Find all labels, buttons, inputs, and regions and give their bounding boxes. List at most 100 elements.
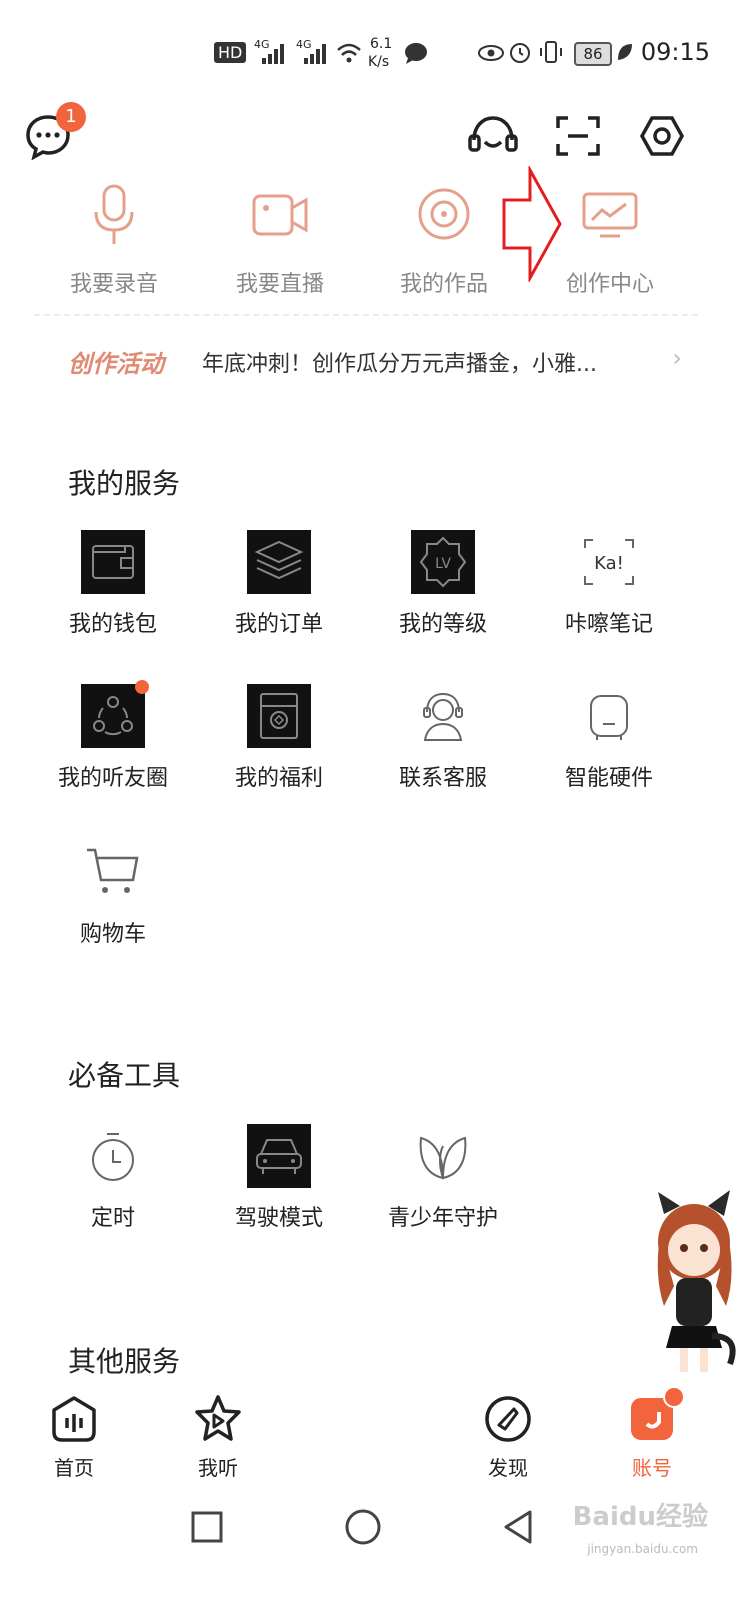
alarm-icon [510,43,530,63]
tab-home[interactable]: 首页 [14,1394,134,1481]
baidu-watermark-url: jingyan.baidu.com [587,1542,698,1556]
wifi-icon [337,43,361,63]
video-camera-icon [252,194,308,236]
message-badge: 1 [56,102,86,132]
service-hardware[interactable]: 智能硬件 [524,684,694,792]
tool-youth-label: 青少年守护 [387,1206,498,1231]
microphone-icon [94,184,134,244]
activity-text: 年底冲刺！创作瓜分万元声播金，小雅... [202,352,597,377]
friends-circle-icon [93,696,133,736]
message-button[interactable]: 1 [24,102,86,168]
service-level[interactable]: LV 我的等级 [358,530,528,638]
creation-activity-banner[interactable]: 创作活动 年底冲刺！创作瓜分万元声播金，小雅... › [68,340,708,390]
creator-record[interactable]: 我要录音 [44,182,184,298]
hd-indicator: HD [214,42,247,63]
creator-record-label: 我要录音 [69,272,158,297]
creator-works-label: 我的作品 [399,272,488,297]
chevron-right-icon: › [672,344,682,372]
notification-dot [135,680,149,694]
service-ka-notes-label: 咔嚓笔记 [564,612,653,637]
tab-discover[interactable]: 发现 [448,1394,568,1481]
service-friends-circle[interactable]: 我的听友圈 [28,680,198,792]
back-icon[interactable] [500,1508,536,1546]
tool-driving[interactable]: 驾驶模式 [194,1124,364,1232]
scan-button[interactable] [554,112,610,168]
customer-service-icon [423,692,463,741]
tool-driving-label: 驾驶模式 [234,1206,323,1231]
service-contact[interactable]: 联系客服 [358,684,528,792]
tool-timer[interactable]: 定时 [28,1124,198,1232]
compass-icon [485,1396,531,1442]
tab-discover-label: 发现 [488,1456,528,1480]
smart-speaker-icon [590,695,628,740]
tab-account-label: 账号 [632,1456,672,1480]
wallet-icon [92,545,134,579]
timer-icon [92,1133,134,1181]
service-orders[interactable]: 我的订单 [194,530,364,638]
service-welfare-label: 我的福利 [234,766,323,791]
gift-box-icon [260,693,298,739]
other-services-title: 其他服务 [68,1345,181,1378]
tab-listen[interactable]: 我听 [158,1394,278,1481]
creator-live-label: 我要直播 [235,272,324,297]
svg-text:LV: LV [435,556,451,572]
service-ka-notes[interactable]: Ka! 咔嚓笔记 [524,530,694,638]
service-contact-label: 联系客服 [398,766,487,791]
mascot-icon[interactable] [650,1186,738,1386]
my-services-title: 我的服务 [68,467,181,500]
battery-icon: 86 [574,42,612,66]
tools-title: 必备工具 [68,1059,181,1092]
leaf-icon [419,1136,467,1180]
net-speed-value: 6.1 [370,36,393,52]
customer-service-button[interactable] [466,112,522,168]
account-badge-dot [663,1386,685,1408]
service-cart[interactable]: 购物车 [28,840,198,948]
baidu-watermark: Baidu经验 [572,1502,708,1532]
tab-account[interactable]: 账号 [592,1386,712,1481]
annotation-arrow-icon [502,166,562,282]
clock: 09:15 [640,38,710,66]
layers-icon [254,540,304,580]
leaf-status-icon [618,44,632,60]
settings-icon [639,116,685,156]
service-level-label: 我的等级 [398,612,487,637]
activity-tag: 创作活动 [68,350,164,378]
ka-note-icon: Ka! [584,539,634,585]
home-circle-icon[interactable] [344,1508,382,1546]
service-hardware-label: 智能硬件 [564,766,653,791]
creator-works[interactable]: 我的作品 [374,182,514,298]
recent-apps-icon[interactable] [190,1510,224,1544]
divider [34,314,698,316]
tool-youth[interactable]: 青少年守护 [358,1124,528,1232]
status-bar: HD 4G 4G 6.1 K/s 86 09:15 [0,0,738,100]
headset-icon [468,116,518,152]
tab-listen-label: 我听 [198,1456,238,1480]
car-icon [256,1139,302,1174]
signal-icon [262,44,284,64]
signal-icon-2 [304,44,326,64]
net-speed-unit: K/s [368,54,390,70]
service-cart-label: 购物车 [79,922,146,947]
scan-icon [556,116,600,156]
tool-timer-label: 定时 [90,1206,135,1231]
home-icon [52,1396,96,1442]
star-play-icon [195,1395,241,1441]
system-navigation-bar: Baidu经验 jingyan.baidu.com [0,1494,738,1600]
chat-bubble-icon [405,43,427,64]
service-wallet[interactable]: 我的钱包 [28,530,198,638]
level-badge-icon: LV [419,536,467,588]
service-welfare[interactable]: 我的福利 [194,684,364,792]
battery-level: 86 [583,45,603,63]
svg-text:Ka!: Ka! [594,553,624,574]
disc-icon [418,188,470,240]
service-wallet-label: 我的钱包 [68,612,157,637]
bottom-tab-bar: 首页 我听 发现 账号 [0,1384,738,1494]
creator-live[interactable]: 我要直播 [210,182,350,298]
service-friends-circle-label: 我的听友圈 [57,766,168,791]
tab-home-label: 首页 [54,1456,94,1480]
eye-icon [478,45,504,61]
settings-button[interactable] [638,112,694,168]
cart-icon [87,848,139,893]
monitor-chart-icon [582,192,638,238]
service-orders-label: 我的订单 [234,612,323,637]
